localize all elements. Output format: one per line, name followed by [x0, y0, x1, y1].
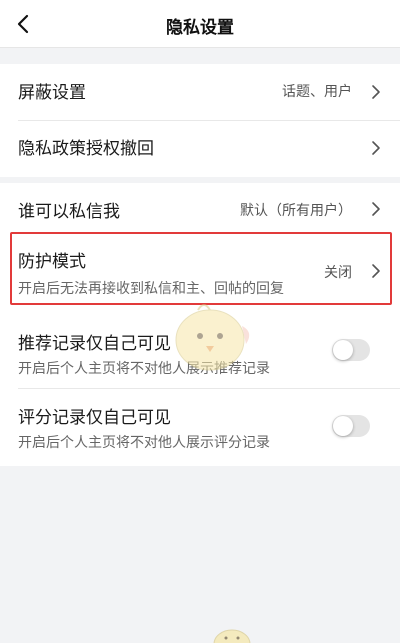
recommend-private-description: 开启后个人主页将不对他人展示推荐记录 — [18, 361, 270, 377]
row-block-settings[interactable]: 屏蔽设置 话题、用户 — [0, 64, 400, 120]
row-privacy-revoke[interactable]: 隐私政策授权撤回 — [0, 121, 400, 177]
row-who-can-message[interactable]: 谁可以私信我 默认（所有用户） — [0, 183, 400, 233]
row-recommend-private: 推荐记录仅自己可见 开启后个人主页将不对他人展示推荐记录 — [0, 323, 400, 389]
settings-group-block: 屏蔽设置 话题、用户 隐私政策授权撤回 — [0, 64, 400, 177]
block-settings-value: 话题、用户 — [282, 84, 352, 100]
toggle-knob — [333, 340, 353, 360]
protection-mode-label: 防护模式 — [18, 252, 86, 272]
rating-private-toggle[interactable] — [332, 415, 370, 437]
who-can-message-value: 默认（所有用户） — [240, 203, 352, 219]
block-settings-label: 屏蔽设置 — [18, 83, 86, 103]
rating-private-label: 评分记录仅自己可见 — [18, 408, 171, 428]
privacy-revoke-label: 隐私政策授权撤回 — [18, 139, 154, 159]
page-title: 隐私设置 — [166, 18, 234, 38]
chevron-right-icon — [372, 264, 380, 278]
toggle-knob — [333, 416, 353, 436]
protection-mode-value: 关闭 — [324, 265, 352, 281]
divider — [18, 388, 400, 389]
mascot-peek-icon — [213, 629, 251, 643]
recommend-private-label: 推荐记录仅自己可见 — [18, 334, 171, 354]
rating-private-description: 开启后个人主页将不对他人展示评分记录 — [18, 435, 270, 451]
who-can-message-label: 谁可以私信我 — [18, 202, 120, 222]
settings-group-privacy: 谁可以私信我 默认（所有用户） 防护模式 开启后无法再接收到私信和主、回帖的回复… — [0, 183, 400, 466]
recommend-private-toggle[interactable] — [332, 339, 370, 361]
chevron-right-icon — [372, 85, 380, 99]
protection-mode-description: 开启后无法再接收到私信和主、回帖的回复 — [18, 281, 284, 297]
chevron-right-icon — [372, 202, 380, 216]
navigation-bar: 隐私设置 — [0, 0, 400, 48]
row-rating-private: 评分记录仅自己可见 开启后个人主页将不对他人展示评分记录 — [0, 397, 400, 463]
chevron-right-icon — [372, 141, 380, 155]
row-protection-mode[interactable]: 防护模式 开启后无法再接收到私信和主、回帖的回复 关闭 — [0, 233, 400, 305]
